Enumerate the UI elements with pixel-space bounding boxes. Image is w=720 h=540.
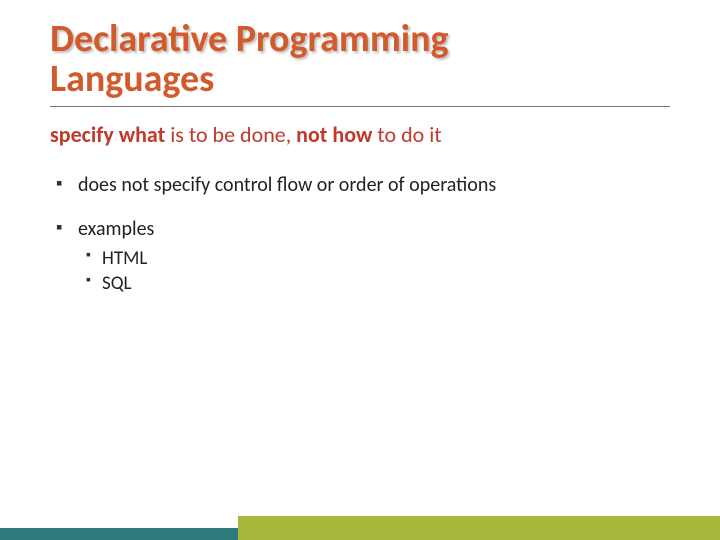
bullet-item: examples HTML SQL	[56, 216, 670, 297]
bullet-text: does not specify control flow or order o…	[78, 173, 496, 197]
slide-footer	[0, 516, 720, 540]
bullet-text: examples	[78, 217, 154, 241]
sub-bullet-item: HTML	[86, 246, 670, 272]
sub-bullet-item: SQL	[86, 271, 670, 297]
title-word-3: Languages	[50, 56, 214, 102]
sub-bullet-list: HTML SQL	[86, 246, 670, 297]
footer-bar-olive	[238, 516, 720, 540]
bullet-list: does not specify control flow or order o…	[56, 172, 670, 297]
slide-body: Declarative Programming Languages specif…	[0, 0, 720, 297]
bullet-item: does not specify control flow or order o…	[56, 172, 670, 198]
subtitle-emph-1: specify what	[50, 121, 165, 148]
slide-subtitle: specify what is to be done, not how to d…	[50, 121, 670, 148]
subtitle-text-1: is to be done,	[165, 121, 296, 148]
title-word-2: Programming	[236, 16, 449, 62]
title-divider	[50, 106, 670, 107]
slide-title: Declarative Programming Languages	[50, 20, 670, 100]
subtitle-text-2: to do it	[372, 121, 441, 148]
subtitle-emph-2: not how	[296, 121, 372, 148]
